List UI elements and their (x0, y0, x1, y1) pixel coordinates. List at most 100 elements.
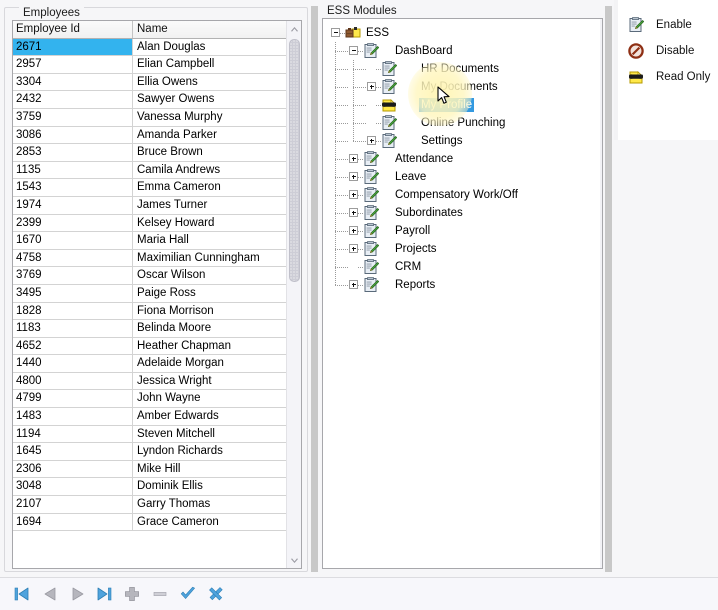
cell-employee-name[interactable]: Garry Thomas (133, 496, 287, 513)
tree-node-label[interactable]: My Profile (419, 98, 475, 112)
expand-node-icon[interactable] (349, 154, 358, 163)
cell-employee-id[interactable]: 1194 (13, 425, 133, 443)
menu-item[interactable]: Read Only (618, 64, 718, 90)
table-row[interactable]: 3769 Oscar Wilson (13, 267, 287, 285)
cell-employee-name[interactable]: Heather Chapman (133, 338, 287, 355)
tree-node[interactable]: Leave (323, 168, 602, 186)
cell-employee-id[interactable]: 1440 (13, 355, 133, 372)
table-row[interactable]: 1543 Emma Cameron (13, 179, 287, 197)
tree-node[interactable]: Attendance (323, 150, 602, 168)
tree-node-label[interactable]: Payroll (393, 224, 432, 238)
employees-grid-scroll-thumb[interactable] (289, 39, 300, 282)
tree-node-label[interactable]: CRM (393, 260, 423, 274)
table-row[interactable]: 1483 Amber Edwards (13, 408, 287, 426)
cell-employee-name[interactable]: Oscar Wilson (133, 267, 287, 284)
confirm-button[interactable] (176, 582, 200, 606)
table-row[interactable]: 2671 Alan Douglas (13, 38, 287, 57)
column-header-name[interactable]: Name (133, 21, 287, 38)
table-row[interactable]: 3048 Dominik Ellis (13, 478, 287, 497)
table-row[interactable]: 2306 Mike Hill (13, 460, 287, 479)
cell-employee-id[interactable]: 4758 (13, 249, 133, 267)
cell-employee-id[interactable]: 2107 (13, 496, 133, 513)
tree-node[interactable]: DashBoard (323, 42, 602, 60)
tree-node-label[interactable]: My Documents (419, 80, 500, 94)
cell-employee-name[interactable]: Kelsey Howard (133, 215, 287, 232)
cell-employee-name[interactable]: Grace Cameron (133, 514, 287, 531)
cell-employee-name[interactable]: Belinda Moore (133, 320, 287, 337)
ess-modules-tree[interactable]: ESS DashBoard HR Documents My Documents My P… (322, 18, 603, 569)
cell-employee-name[interactable]: Amber Edwards (133, 408, 287, 425)
table-row[interactable]: 1645 Lyndon Richards (13, 443, 287, 461)
expand-node-icon[interactable] (349, 244, 358, 253)
cell-employee-id[interactable]: 3495 (13, 284, 133, 302)
tree-node-label[interactable]: DashBoard (393, 44, 455, 58)
cell-employee-id[interactable]: 1135 (13, 161, 133, 179)
permission-context-menu[interactable]: Enable Disable Read Only (614, 0, 718, 140)
expand-node-icon[interactable] (349, 190, 358, 199)
tree-node-label[interactable]: Subordinates (393, 206, 465, 220)
tree-node-label[interactable]: Reports (393, 278, 437, 292)
cell-employee-name[interactable]: Jessica Wright (133, 373, 287, 390)
cell-employee-name[interactable]: Sawyer Owens (133, 91, 287, 108)
cell-employee-name[interactable]: Ellia Owens (133, 74, 287, 91)
tree-node[interactable]: Reports (323, 276, 602, 294)
table-row[interactable]: 3759 Vanessa Murphy (13, 108, 287, 127)
tree-node-label[interactable]: Compensatory Work/Off (393, 188, 520, 202)
cell-employee-id[interactable]: 4800 (13, 372, 133, 390)
employees-grid-scrollbar[interactable] (286, 21, 301, 568)
cell-employee-name[interactable]: Adelaide Morgan (133, 355, 287, 372)
cell-employee-id[interactable]: 3048 (13, 478, 133, 496)
table-row[interactable]: 4758 Maximilian Cunningham (13, 249, 287, 268)
cell-employee-id[interactable]: 1483 (13, 408, 133, 425)
tree-node-label[interactable]: ESS (364, 26, 391, 40)
cell-employee-name[interactable]: Bruce Brown (133, 144, 287, 161)
cell-employee-name[interactable]: Mike Hill (133, 461, 287, 478)
table-row[interactable]: 4800 Jessica Wright (13, 372, 287, 391)
cell-employee-id[interactable]: 2432 (13, 91, 133, 108)
cell-employee-name[interactable]: Elian Campbell (133, 56, 287, 73)
menu-item[interactable]: Disable (618, 38, 718, 64)
tree-node-label[interactable]: Online Punching (419, 116, 507, 130)
cell-employee-id[interactable]: 3086 (13, 126, 133, 144)
cell-employee-id[interactable]: 1183 (13, 320, 133, 337)
expand-node-icon[interactable] (349, 280, 358, 289)
table-row[interactable]: 4799 John Wayne (13, 390, 287, 409)
tree-node[interactable]: Projects (323, 240, 602, 258)
expand-node-icon[interactable] (367, 136, 376, 145)
table-row[interactable]: 1828 Fiona Morrison (13, 302, 287, 321)
collapse-node-icon[interactable] (331, 28, 340, 37)
table-row[interactable]: 1694 Grace Cameron (13, 513, 287, 532)
first-record-button[interactable] (10, 582, 34, 606)
tree-node-label[interactable]: Leave (393, 170, 428, 184)
cell-employee-name[interactable]: Maximilian Cunningham (133, 250, 287, 267)
table-row[interactable]: 2957 Elian Campbell (13, 56, 287, 74)
tree-node-label[interactable]: Attendance (393, 152, 455, 166)
right-splitter[interactable] (605, 6, 612, 572)
cell-employee-name[interactable]: Emma Cameron (133, 179, 287, 196)
tree-node-label[interactable]: HR Documents (419, 62, 501, 76)
table-row[interactable]: 2432 Sawyer Owens (13, 91, 287, 109)
menu-item[interactable]: Enable (618, 12, 718, 38)
table-row[interactable]: 2107 Garry Thomas (13, 496, 287, 514)
cell-employee-name[interactable]: Camila Andrews (133, 162, 287, 179)
cell-employee-id[interactable]: 1694 (13, 513, 133, 531)
cell-employee-id[interactable]: 1670 (13, 232, 133, 249)
table-row[interactable]: 1440 Adelaide Morgan (13, 355, 287, 373)
tree-node-label[interactable]: Settings (419, 134, 465, 148)
left-splitter[interactable] (311, 6, 318, 572)
table-row[interactable]: 1183 Belinda Moore (13, 320, 287, 338)
cancel-button[interactable] (204, 582, 228, 606)
scroll-up-arrow-icon[interactable] (287, 21, 301, 36)
cell-employee-name[interactable]: Dominik Ellis (133, 478, 287, 495)
table-row[interactable]: 2853 Bruce Brown (13, 144, 287, 162)
table-row[interactable]: 1670 Maria Hall (13, 232, 287, 250)
cell-employee-name[interactable]: Amanda Parker (133, 127, 287, 144)
expand-node-icon[interactable] (367, 82, 376, 91)
table-row[interactable]: 3495 Paige Ross (13, 284, 287, 303)
table-row[interactable]: 1135 Camila Andrews (13, 161, 287, 180)
tree-scrollbar[interactable] (600, 19, 602, 568)
cell-employee-id[interactable]: 3304 (13, 73, 133, 91)
cell-employee-name[interactable]: Maria Hall (133, 232, 287, 249)
tree-node[interactable]: Payroll (323, 222, 602, 240)
scroll-down-arrow-icon[interactable] (287, 553, 301, 568)
